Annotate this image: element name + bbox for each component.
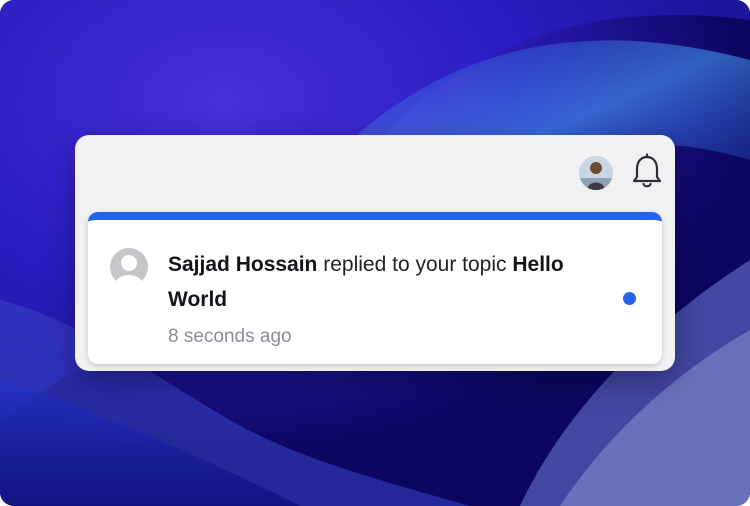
notification-timestamp: 8 seconds ago bbox=[168, 326, 292, 347]
notification-panel: Sajjad Hossain replied to your topic Hel… bbox=[75, 135, 675, 371]
notification-actor[interactable]: Sajjad Hossain bbox=[168, 253, 317, 276]
notification-action: replied to your topic bbox=[323, 253, 507, 276]
unread-indicator bbox=[623, 292, 636, 305]
profile-avatar[interactable] bbox=[579, 156, 613, 190]
default-user-avatar-icon bbox=[110, 248, 148, 286]
bell-icon[interactable] bbox=[631, 153, 663, 191]
notification-message: Sajjad Hossain replied to your topic Hel… bbox=[168, 247, 608, 317]
notification-item[interactable]: Sajjad Hossain replied to your topic Hel… bbox=[88, 212, 662, 364]
user-photo-avatar-icon bbox=[579, 156, 613, 190]
desktop-background: Sajjad Hossain replied to your topic Hel… bbox=[0, 0, 750, 506]
